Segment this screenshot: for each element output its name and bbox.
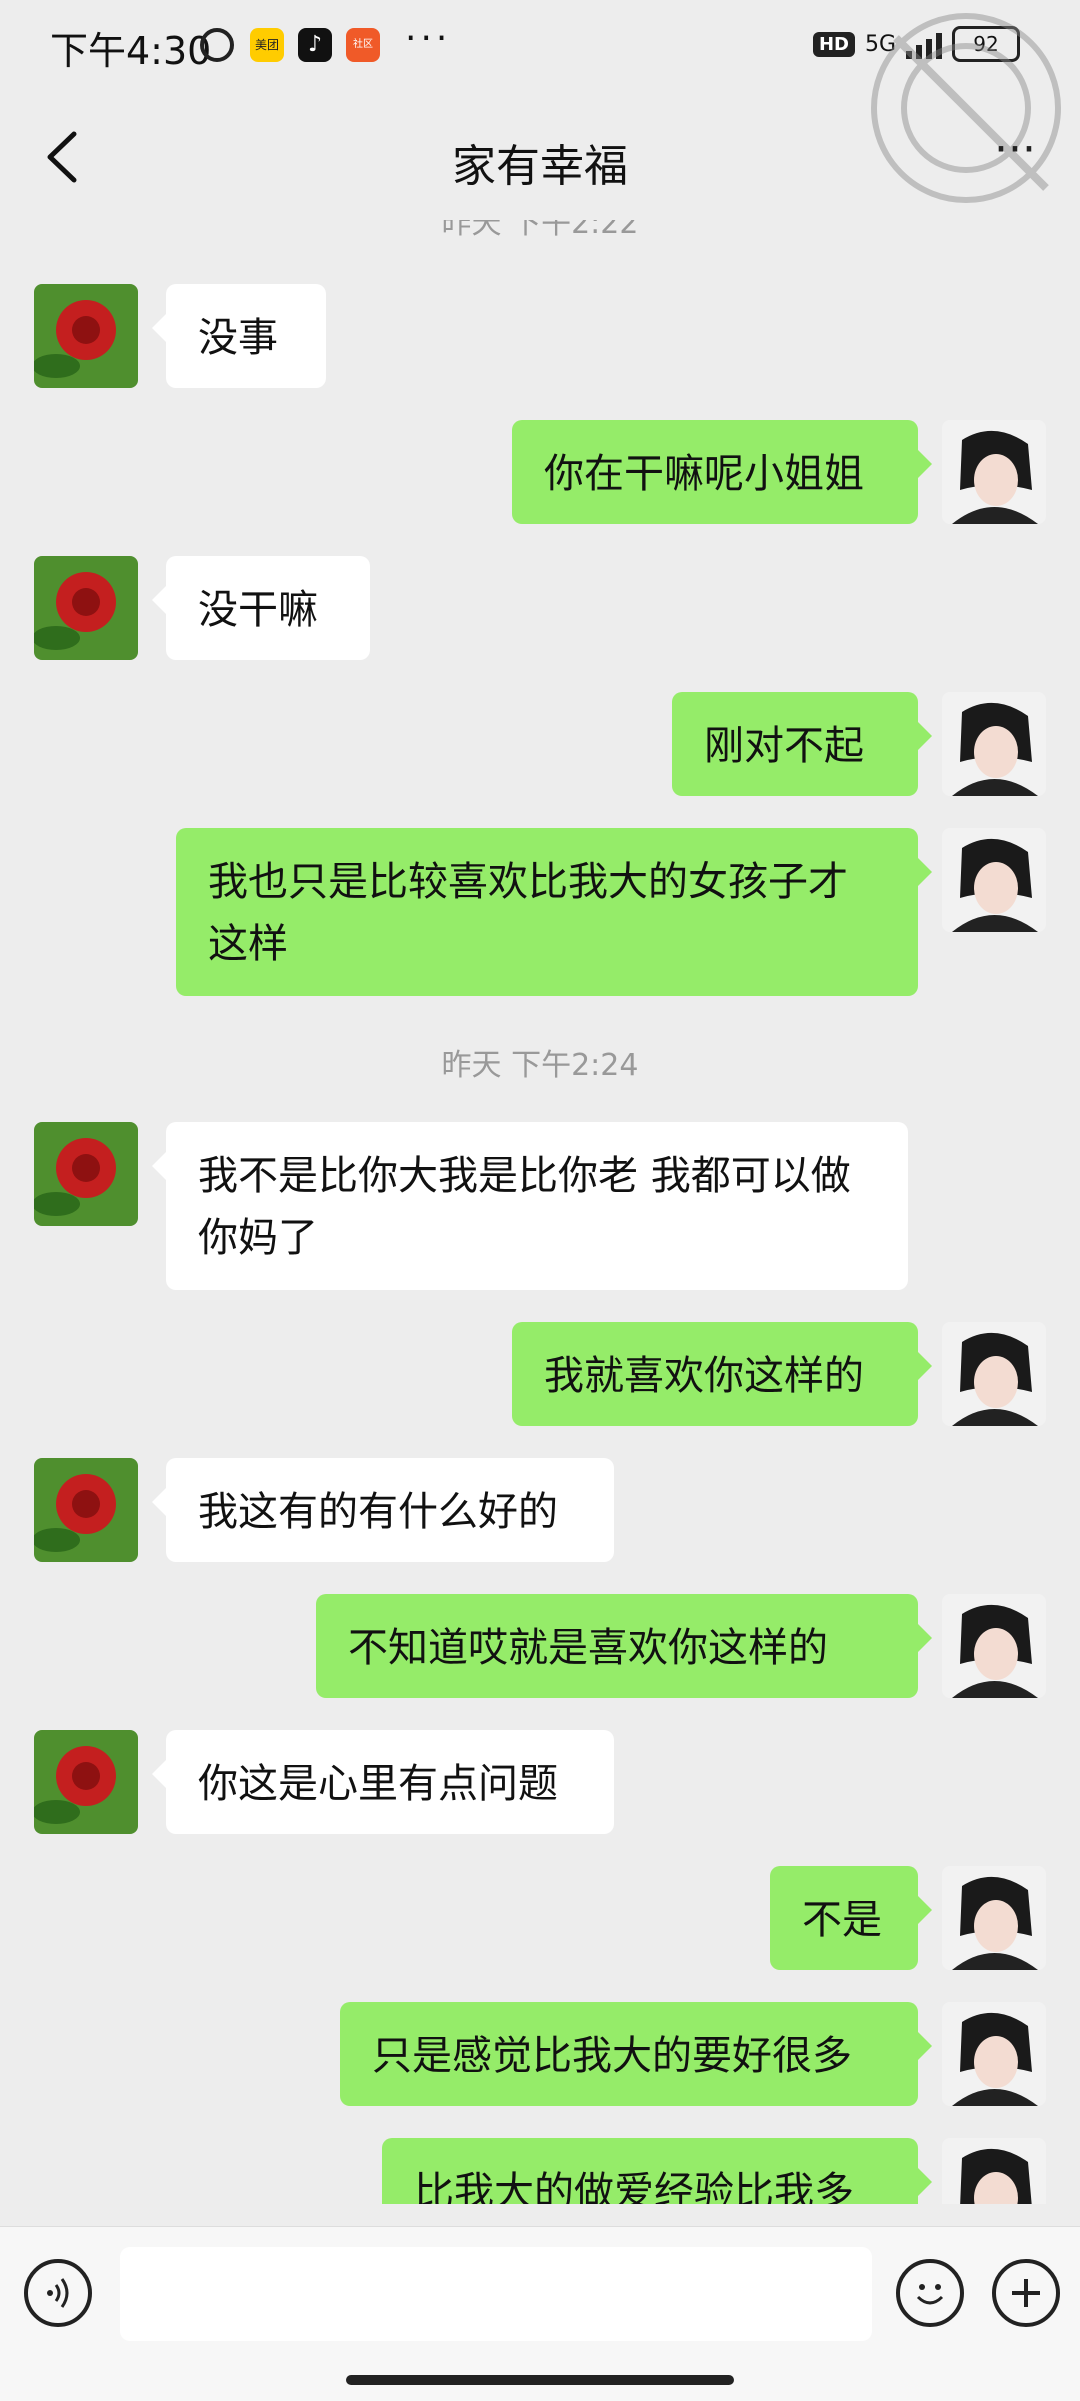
more-options-icon[interactable]: ··· <box>980 122 1050 192</box>
hd-badge: HD <box>812 31 855 57</box>
community-app-icon: 社区 <box>346 28 380 62</box>
message-input[interactable] <box>120 2247 872 2341</box>
message-bubble-incoming[interactable]: 没干嘛 <box>152 556 370 660</box>
voice-input-icon[interactable] <box>24 2259 92 2327</box>
status-time: 下午4:30 <box>50 29 212 73</box>
message-bubble-incoming[interactable]: 我这有的有什么好的 <box>152 1458 614 1562</box>
meituan-app-icon: 美团 <box>250 28 284 62</box>
contact-avatar[interactable] <box>34 556 138 660</box>
time-separator: 昨天 下午2:22 <box>441 220 639 241</box>
more-functions-icon[interactable] <box>992 2259 1060 2327</box>
my-avatar[interactable] <box>942 1866 1046 1970</box>
time-separator: 昨天 下午2:24 <box>441 1048 639 1083</box>
contact-avatar[interactable] <box>34 1458 138 1562</box>
alarm-icon <box>200 28 234 62</box>
message-bubble-incoming[interactable]: 我不是比你大我是比你老 我都可以做你妈了 <box>152 1122 908 1290</box>
my-avatar[interactable] <box>942 2138 1046 2204</box>
message-bubble-incoming[interactable]: 没事 <box>152 284 326 388</box>
message-bubble-outgoing[interactable]: 只是感觉比我大的要好很多 <box>340 2002 932 2106</box>
my-avatar[interactable] <box>942 692 1046 796</box>
my-avatar[interactable] <box>942 828 1046 932</box>
home-indicator <box>346 2375 734 2385</box>
contact-avatar[interactable] <box>34 1730 138 1834</box>
tiktok-app-icon: ♪ <box>298 28 332 62</box>
contact-avatar[interactable] <box>34 1122 138 1226</box>
chat-title: 家有幸福 <box>452 141 628 192</box>
status-more-icon: ··· <box>405 18 452 59</box>
my-avatar[interactable] <box>942 420 1046 524</box>
input-bar <box>0 2226 1080 2401</box>
message-bubble-outgoing[interactable]: 你在干嘛呢小姐姐 <box>512 420 932 524</box>
contact-avatar[interactable] <box>34 284 138 388</box>
message-bubble-outgoing[interactable]: 比我大的做爱经验比我多 <box>382 2138 932 2204</box>
message-bubble-outgoing[interactable]: 不知道哎就是喜欢你这样的 <box>316 1594 932 1698</box>
message-list[interactable]: 昨天 下午2:22 没事 你在干嘛呢小姐姐 没干嘛 刚对不起 我也只是比较喜欢比… <box>0 220 1080 2204</box>
message-bubble-outgoing[interactable]: 刚对不起 <box>672 692 932 796</box>
my-avatar[interactable] <box>942 2002 1046 2106</box>
message-bubble-incoming[interactable]: 你这是心里有点问题 <box>152 1730 614 1834</box>
emoji-icon[interactable] <box>896 2259 964 2327</box>
my-avatar[interactable] <box>942 1594 1046 1698</box>
message-bubble-outgoing[interactable]: 我就喜欢你这样的 <box>512 1322 932 1426</box>
message-bubble-outgoing[interactable]: 我也只是比较喜欢比我大的女孩子才这样 <box>176 828 932 996</box>
my-avatar[interactable] <box>942 1322 1046 1426</box>
chat-header: 家有幸福 ··· <box>0 96 1080 220</box>
message-bubble-outgoing[interactable]: 不是 <box>770 1866 932 1970</box>
